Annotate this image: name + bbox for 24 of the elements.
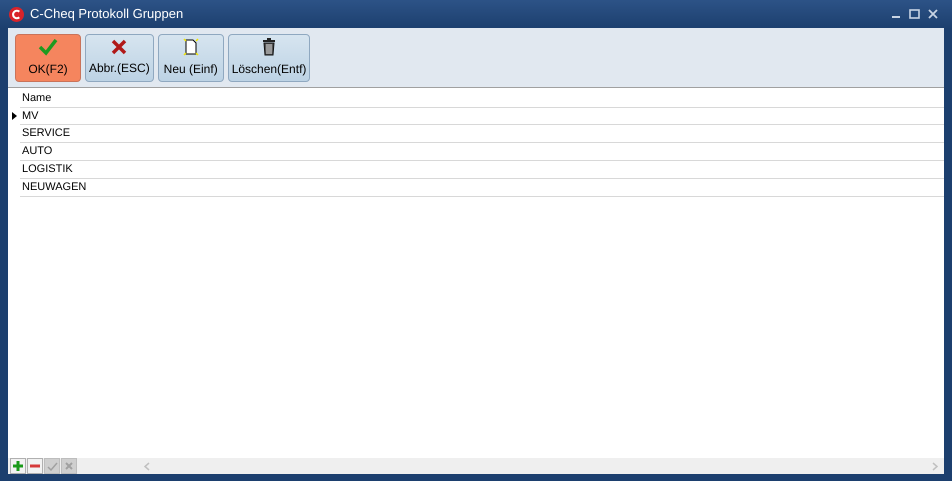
maximize-icon[interactable]: [909, 9, 920, 19]
close-icon[interactable]: [928, 9, 938, 19]
column-header[interactable]: Name: [20, 90, 944, 107]
minus-icon: [30, 464, 40, 468]
navigator-button[interactable]: [27, 458, 43, 474]
table-cell[interactable]: NEUWAGEN: [20, 179, 944, 197]
new-document-icon: [182, 38, 199, 56]
table-cell[interactable]: MV: [20, 107, 944, 125]
navigator-button[interactable]: [10, 458, 26, 474]
app-logo-icon: [9, 6, 24, 22]
checkmark-icon: [38, 38, 58, 56]
table-cell[interactable]: AUTO: [20, 143, 944, 161]
toolbar-button[interactable]: Neu (Einf): [158, 34, 224, 82]
trash-icon: [262, 38, 276, 56]
cross-icon: [65, 462, 73, 470]
window-title: C-Cheq Protokoll Gruppen: [30, 5, 184, 24]
cross-icon: [111, 38, 128, 54]
table-cell[interactable]: LOGISTIK: [20, 161, 944, 179]
checkmark-icon: [46, 462, 58, 470]
toolbar-button[interactable]: OK(F2): [15, 34, 81, 82]
plus-icon: [13, 461, 23, 471]
toolbar-button[interactable]: Löschen(Entf): [228, 34, 310, 82]
table-cell[interactable]: SERVICE: [20, 125, 944, 143]
toolbar-button[interactable]: Abbr.(ESC): [85, 34, 154, 82]
